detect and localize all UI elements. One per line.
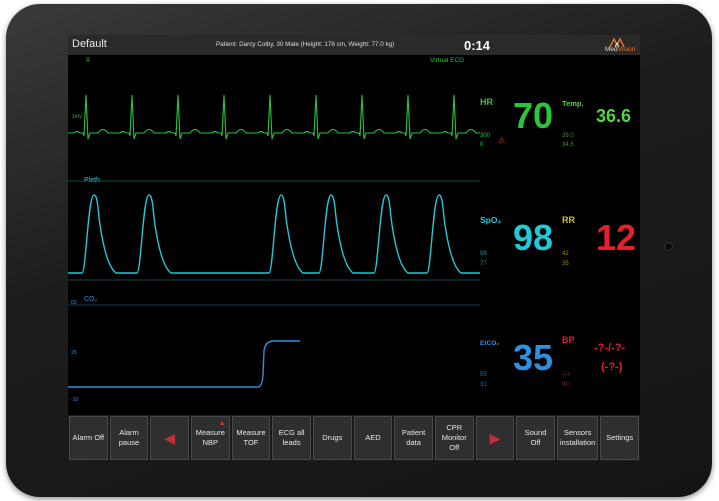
patient-info: Patient: Darcy Colby, 30 Male (Height: 1… xyxy=(216,41,395,48)
etco2-value: 35 xyxy=(513,337,554,378)
monitor-screen: Default Patient: Darcy Colby, 30 Male (H… xyxy=(68,35,640,461)
etco2-label: EtCO₂ xyxy=(480,340,500,347)
temp-value: 36.6 xyxy=(596,106,632,126)
bp-high-limit: -/-/- xyxy=(562,372,572,378)
spo2-value: 98 xyxy=(513,217,554,258)
bp-low-limit: 90 xyxy=(562,382,569,388)
rr-high-limit: 42 xyxy=(562,251,569,257)
alarm-pause-button[interactable]: Alarm pause xyxy=(109,416,149,460)
sensors-installation-button[interactable]: Sensors installation xyxy=(556,416,599,460)
hr-high-limit: 300 xyxy=(480,133,491,139)
spo2-high-limit: 99 xyxy=(480,251,487,257)
top-bar: Default Patient: Darcy Colby, 30 Male (H… xyxy=(68,35,640,55)
spo2-label: SpO₂ xyxy=(480,215,502,225)
elapsed-timer: 0:14 xyxy=(464,38,491,53)
pleth-waveform xyxy=(68,194,480,274)
hr-alarm-icon: ⚠ xyxy=(498,136,506,145)
next-page-button[interactable]: ▶ xyxy=(475,416,515,460)
bp-mean-value: (-?-) xyxy=(601,361,623,373)
brand-logo: MedVision xyxy=(596,36,638,54)
rr-value: 12 xyxy=(596,217,637,258)
alarm-off-button[interactable]: Alarm Off xyxy=(69,416,108,460)
prev-page-button[interactable]: ◀ xyxy=(150,416,189,460)
patient-data-button[interactable]: Patient data xyxy=(394,416,433,460)
sound-off-button[interactable]: Sound Off xyxy=(516,416,555,460)
aed-button[interactable]: AED xyxy=(353,416,393,460)
button-bar: Alarm Off Alarm pause ◀ Measure NBP ▲ Mea… xyxy=(68,415,640,461)
temp-high-limit: 39.0 xyxy=(562,133,574,139)
etco2-high-limit: 55 xyxy=(480,372,487,378)
hr-value: 70 xyxy=(513,95,554,136)
measure-nbp-button[interactable]: Measure NBP ▲ xyxy=(190,416,230,460)
ecg-all-leads-button[interactable]: ECG all leads xyxy=(272,416,311,460)
hr-label: HR xyxy=(480,97,493,107)
etco2-low-limit: 31 xyxy=(480,382,487,388)
bp-label: BP xyxy=(562,335,575,345)
rr-low-limit: 35 xyxy=(562,261,569,267)
drugs-button[interactable]: Drugs xyxy=(312,416,352,460)
cpr-monitor-button[interactable]: CPR Monitor Off xyxy=(434,416,474,460)
ecg-waveform xyxy=(68,94,480,140)
settings-button[interactable]: Settings xyxy=(600,416,639,460)
nbp-flag-icon: ▲ xyxy=(218,420,226,427)
measure-nbp-label: Measure NBP xyxy=(195,428,225,447)
camera-dot xyxy=(664,242,673,251)
waveforms xyxy=(68,94,480,388)
co2-waveform xyxy=(68,340,300,388)
spo2-low-limit: 77 xyxy=(480,261,487,267)
profile-name[interactable]: Default xyxy=(72,38,107,50)
brand-name: MedVision xyxy=(605,46,636,53)
hr-low-limit: 0 xyxy=(480,142,484,148)
temp-low-limit: 34.5 xyxy=(562,142,574,148)
temp-label: Temp. xyxy=(562,99,584,108)
rr-label: RR xyxy=(562,215,575,225)
measure-tof-button[interactable]: Measure TOF xyxy=(231,416,271,460)
bp-value: -?-/-?- xyxy=(594,342,626,354)
